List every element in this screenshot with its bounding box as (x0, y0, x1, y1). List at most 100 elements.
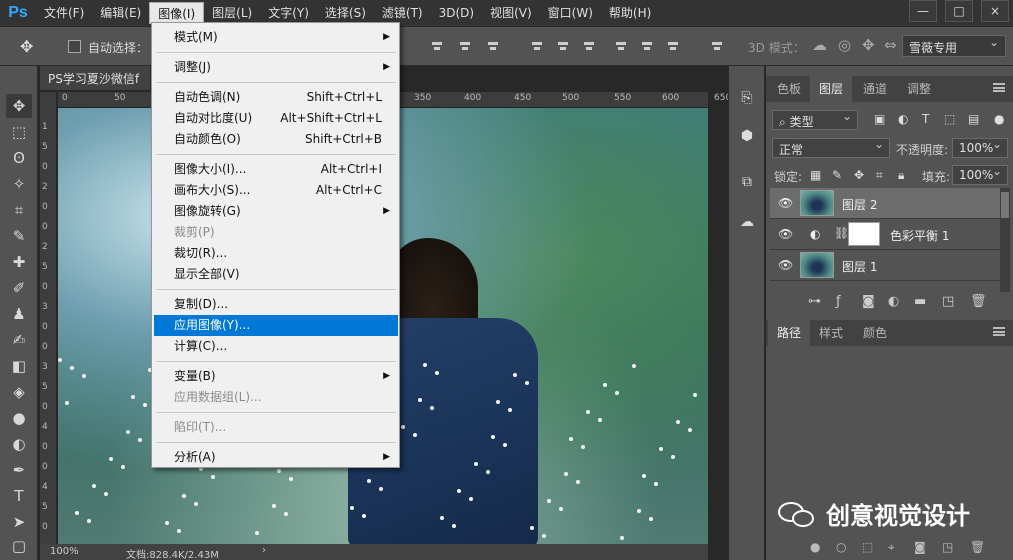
actions-panel-icon[interactable]: ⧉ (737, 172, 757, 192)
panel-tab[interactable]: 调整 (898, 76, 940, 102)
menu-item[interactable]: 滤镜(T) (374, 2, 431, 24)
new-group-icon[interactable]: ▬ (914, 294, 926, 309)
dodge-tool-icon[interactable]: ◐ (6, 432, 32, 456)
auto-select-checkbox[interactable] (68, 40, 81, 53)
layer-style-icon[interactable]: ƒ (836, 294, 841, 309)
clone-stamp-tool-icon[interactable]: ♟ (6, 302, 32, 326)
filter-toggle-icon[interactable]: ● (994, 112, 1004, 126)
3d-slide-icon[interactable]: ⇔ (884, 36, 897, 54)
align-top-icon[interactable] (430, 39, 444, 53)
make-work-path-icon[interactable]: ⌖ (888, 540, 895, 555)
menu-item[interactable]: 窗口(W) (540, 2, 601, 24)
stroke-path-icon[interactable]: ○ (836, 540, 846, 554)
auto-align-icon[interactable] (710, 39, 724, 53)
move-tool-icon[interactable]: ✥ (6, 94, 32, 118)
layers-scrollbar[interactable] (1000, 188, 1010, 292)
minimize-button[interactable]: — (909, 0, 937, 22)
delete-path-icon[interactable]: 🗑︎ (970, 540, 985, 554)
document-tab[interactable]: PS学习夏沙微信f (40, 66, 150, 90)
panel-tab[interactable]: 色板 (768, 76, 810, 102)
path-selection-tool-icon[interactable]: ➤ (6, 510, 32, 534)
magic-wand-tool-icon[interactable]: ✧ (6, 172, 32, 196)
creative-cloud-icon[interactable]: ☁ (737, 212, 757, 232)
image-menu-item[interactable]: 调整(J) ▶ (154, 57, 398, 78)
lock-transparent-icon[interactable]: ▦ (810, 168, 821, 182)
workspace-select[interactable]: 雪薇专用 (902, 35, 1006, 57)
visibility-eye-icon[interactable]: 👁︎ (778, 258, 793, 272)
3d-panel-icon[interactable]: ⬢ (737, 126, 757, 146)
filter-adjustment-icon[interactable]: ◐ (898, 112, 908, 126)
zoom-level[interactable]: 100% (50, 546, 79, 557)
image-menu-item[interactable]: 分析(A) ▶ (154, 447, 398, 468)
image-menu-item[interactable]: 裁切(R)... (154, 243, 398, 264)
gradient-tool-icon[interactable]: ◈ (6, 380, 32, 404)
new-layer-icon[interactable]: ◳ (942, 294, 954, 309)
layer-thumbnail[interactable] (800, 190, 834, 216)
image-menu-item[interactable]: 变量(B) ▶ (154, 366, 398, 387)
menu-item[interactable]: 文件(F) (36, 2, 92, 24)
fill-field[interactable]: 100% (952, 164, 1008, 185)
layer-mask-thumbnail[interactable] (848, 222, 880, 246)
panel-tab[interactable]: 通道 (854, 76, 896, 102)
lock-all-icon[interactable]: 🔒︎ (898, 168, 904, 183)
panel-menu-icon[interactable] (993, 327, 1005, 336)
brush-tool-icon[interactable]: ✐ (6, 276, 32, 300)
mask-link-icon[interactable]: ⛓ (834, 226, 849, 240)
lock-artboard-icon[interactable]: ⌗ (876, 168, 883, 183)
visibility-eye-icon[interactable]: 👁︎ (778, 227, 793, 241)
add-mask-icon[interactable]: ◙ (862, 294, 875, 309)
marquee-tool-icon[interactable]: ⬚ (6, 120, 32, 144)
new-path-icon[interactable]: ◳ (942, 540, 953, 554)
filter-shape-icon[interactable]: ⬚ (944, 112, 955, 126)
filter-type-icon[interactable]: T (922, 112, 929, 126)
3d-drag-icon[interactable]: ✥ (862, 36, 875, 54)
visibility-eye-icon[interactable]: 👁︎ (778, 196, 793, 210)
image-menu-item[interactable]: 显示全部(V) (154, 264, 398, 285)
distribute-right-icon[interactable] (666, 39, 680, 53)
crop-tool-icon[interactable]: ⌗ (6, 198, 32, 222)
close-button[interactable]: × (981, 0, 1009, 22)
image-menu-item[interactable]: 应用图像(Y)... (154, 315, 398, 336)
filter-smart-object-icon[interactable]: ▤ (968, 112, 979, 126)
image-menu-item[interactable]: 自动颜色(O) Shift+Ctrl+B (154, 129, 398, 150)
3d-rotate-icon[interactable]: ☁ (812, 36, 827, 54)
move-tool-icon[interactable]: ✥ (20, 37, 33, 56)
fill-path-icon[interactable]: ● (810, 540, 820, 554)
image-menu-item[interactable]: 模式(M) ▶ (154, 27, 398, 48)
menu-item[interactable]: 图层(L) (204, 2, 260, 24)
menu-item[interactable]: 图像(I) (149, 2, 205, 24)
image-menu-item[interactable]: 自动色调(N) Shift+Ctrl+L (154, 87, 398, 108)
panel-menu-icon[interactable] (993, 83, 1005, 92)
status-menu-icon[interactable]: › (262, 545, 266, 556)
layer-row[interactable]: 👁︎ 图层 2 (770, 188, 1000, 219)
distribute-top-icon[interactable] (530, 39, 544, 53)
blend-mode-select[interactable]: 正常 (772, 137, 890, 158)
image-menu-item[interactable]: 计算(C)... (154, 336, 398, 357)
image-menu-item[interactable]: 画布大小(S)... Alt+Ctrl+C (154, 180, 398, 201)
menu-item[interactable]: 3D(D) (431, 2, 482, 24)
align-bottom-icon[interactable] (486, 39, 500, 53)
load-selection-icon[interactable]: ⬚ (862, 540, 873, 554)
lock-position-icon[interactable]: ✥ (854, 168, 864, 182)
image-menu-item[interactable]: 复制(D)... (154, 294, 398, 315)
history-panel-icon[interactable]: ⎘ (737, 88, 757, 108)
type-tool-icon[interactable]: T (6, 484, 32, 508)
distribute-hcenter-icon[interactable] (640, 39, 654, 53)
menu-item[interactable]: 帮助(H) (601, 2, 659, 24)
add-mask-path-icon[interactable]: ◙ (914, 540, 926, 554)
delete-layer-icon[interactable]: 🗑︎ (970, 294, 987, 309)
lasso-tool-icon[interactable]: ʘ (6, 146, 32, 170)
new-adjustment-layer-icon[interactable]: ◐ (888, 294, 899, 309)
panel-tab[interactable]: 样式 (810, 320, 852, 346)
shape-tool-icon[interactable]: ▢ (6, 534, 32, 558)
link-layers-icon[interactable]: ⊶ (808, 294, 821, 309)
image-menu-item[interactable]: 图像旋转(G) ▶ (154, 201, 398, 222)
menu-item[interactable]: 选择(S) (317, 2, 374, 24)
layer-thumbnail[interactable] (800, 252, 834, 278)
layers-scrollbar-thumb[interactable] (1001, 192, 1009, 218)
pen-tool-icon[interactable]: ✒ (6, 458, 32, 482)
image-menu-item[interactable]: 自动对比度(U) Alt+Shift+Ctrl+L (154, 108, 398, 129)
filter-pixel-icon[interactable]: ▣ (874, 112, 885, 126)
blur-tool-icon[interactable]: ● (6, 406, 32, 430)
align-vcenter-icon[interactable] (458, 39, 472, 53)
